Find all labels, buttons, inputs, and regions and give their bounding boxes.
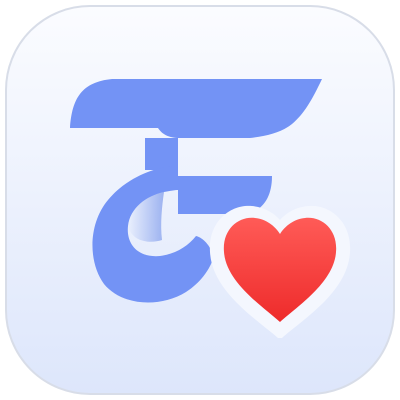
app-icon-canvas bbox=[0, 0, 400, 400]
app-logo-icon[interactable] bbox=[0, 0, 400, 400]
letter-f-stem bbox=[145, 138, 178, 170]
